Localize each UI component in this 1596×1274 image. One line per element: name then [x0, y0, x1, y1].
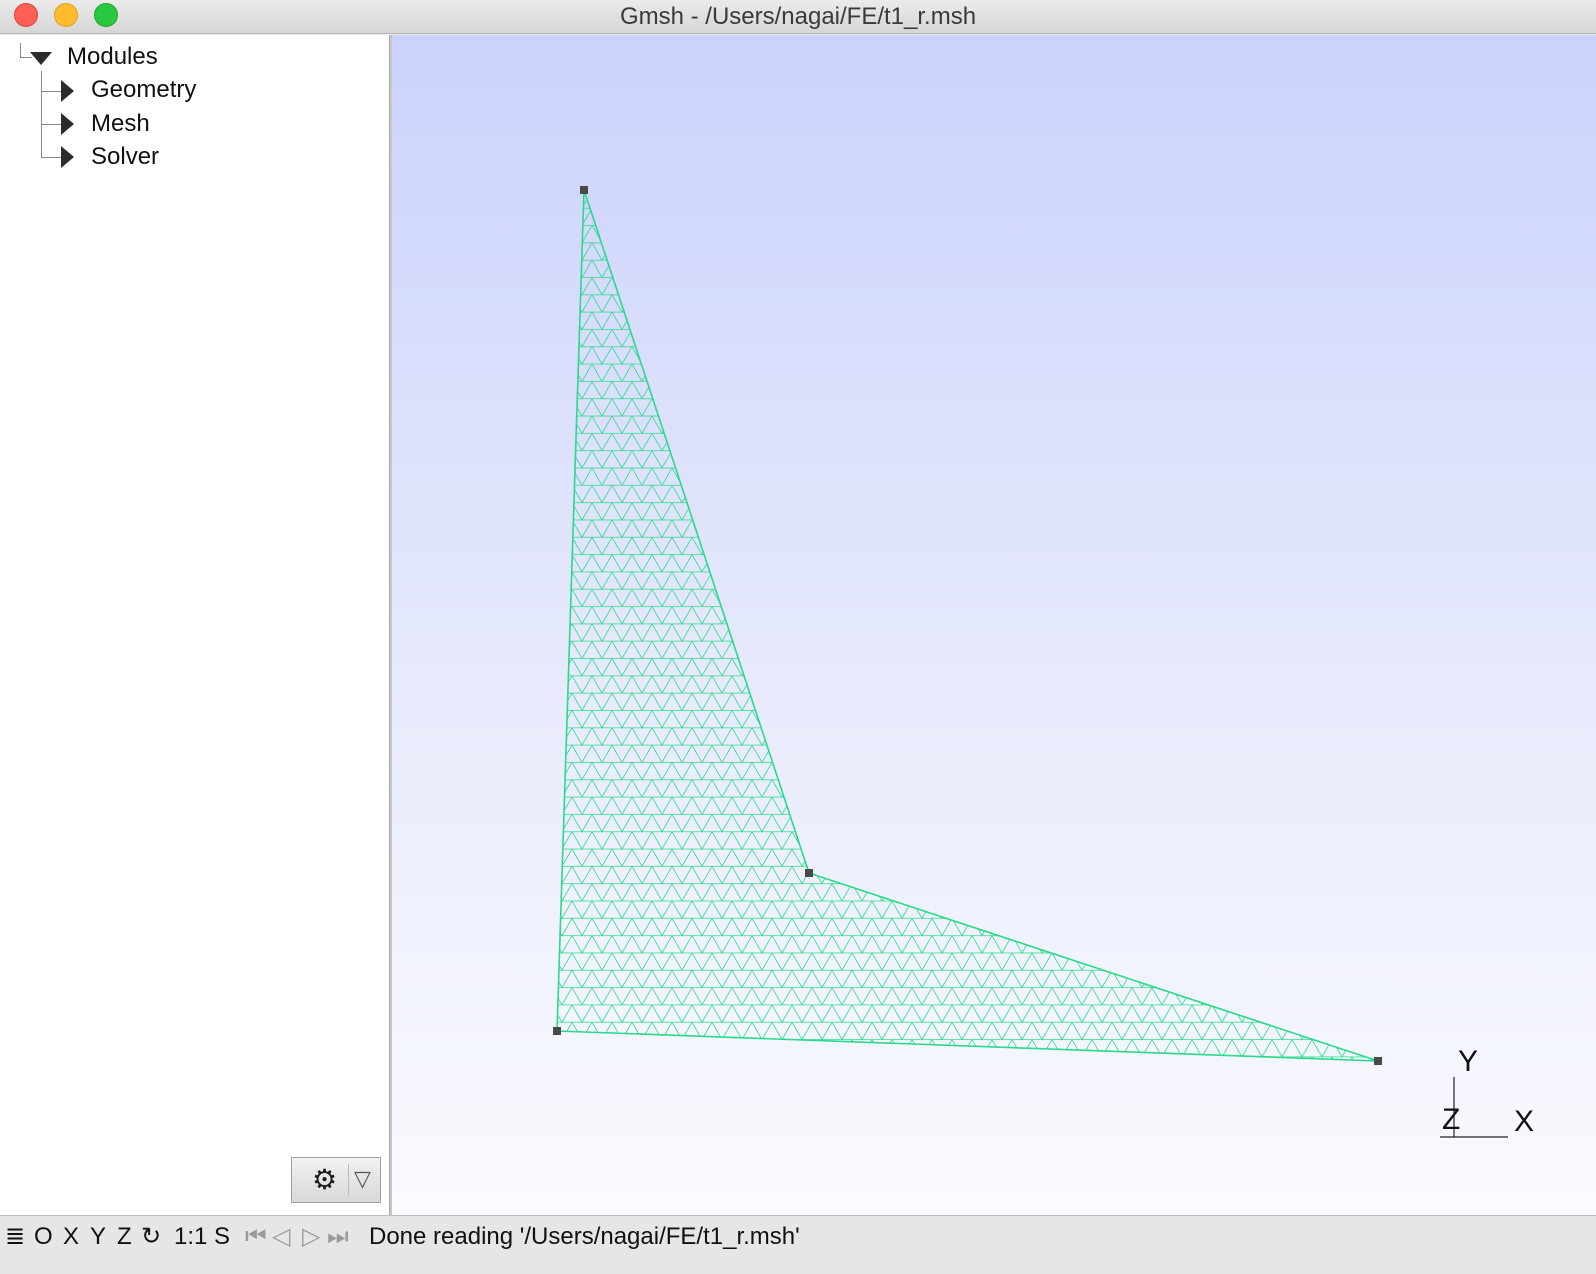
- geometry-point[interactable]: [805, 869, 813, 877]
- expand-triangle-icon[interactable]: [30, 52, 52, 65]
- first-step-icon[interactable]: ⏮: [245, 1222, 267, 1252]
- tree-item-geometry[interactable]: Geometry: [91, 76, 196, 104]
- geometry-point[interactable]: [580, 186, 588, 194]
- expand-triangle-icon[interactable]: [61, 113, 74, 135]
- scale-reset-button[interactable]: 1:1: [174, 1222, 207, 1252]
- title-bar: Gmsh - /Users/nagai/FE/t1_r.msh: [0, 0, 1596, 34]
- geometry-point[interactable]: [1374, 1057, 1382, 1065]
- tree-connector: [41, 91, 61, 92]
- x-view-button[interactable]: X: [63, 1222, 79, 1252]
- tree-connector: [41, 124, 61, 125]
- y-view-button[interactable]: Y: [90, 1222, 106, 1252]
- button-divider: [348, 1164, 349, 1196]
- status-message: Done reading '/Users/nagai/FE/t1_r.msh': [369, 1223, 800, 1250]
- dropdown-triangle-icon[interactable]: ▽: [354, 1167, 371, 1191]
- expand-triangle-icon[interactable]: [61, 146, 74, 168]
- triangle-mesh-fill: [557, 190, 1378, 1061]
- axis-y-label: Y: [1458, 1045, 1479, 1078]
- previous-step-icon[interactable]: ◁: [272, 1222, 290, 1252]
- mesh-canvas: [553, 186, 1508, 1138]
- settings-menu-button[interactable]: ⚙ ▽: [291, 1157, 381, 1203]
- module-tree-panel: Modules Geometry Mesh Solver: [0, 35, 389, 1215]
- tree-connector: [41, 71, 42, 157]
- next-step-icon[interactable]: ⏭: [327, 1222, 349, 1252]
- status-bar: ≣ O X Y Z ↻ 1:1 S ⏮ ◁ ▷ ⏭ Done reading '…: [0, 1215, 1596, 1274]
- expand-triangle-icon[interactable]: [61, 80, 74, 102]
- axis-x-label: X: [1514, 1105, 1535, 1138]
- tree-connector: [41, 157, 61, 158]
- menu-icon[interactable]: ≣: [5, 1222, 25, 1252]
- graphics-viewport[interactable]: Y Z X: [392, 35, 1596, 1215]
- rotate-icon[interactable]: ↻: [141, 1222, 161, 1252]
- tree-root-modules[interactable]: Modules: [67, 43, 158, 71]
- axis-z-label: Z: [1442, 1103, 1461, 1136]
- z-view-button[interactable]: Z: [117, 1222, 132, 1252]
- origin-view-button[interactable]: O: [34, 1222, 53, 1252]
- window-title: Gmsh - /Users/nagai/FE/t1_r.msh: [619, 3, 977, 30]
- geometry-point[interactable]: [553, 1027, 561, 1035]
- play-icon[interactable]: ▷: [302, 1222, 320, 1252]
- tree-item-mesh[interactable]: Mesh: [91, 110, 150, 138]
- gear-icon: ⚙: [312, 1164, 338, 1195]
- tree-item-solver[interactable]: Solver: [91, 143, 159, 171]
- tree-connector: [20, 43, 21, 57]
- s-button[interactable]: S: [214, 1222, 230, 1252]
